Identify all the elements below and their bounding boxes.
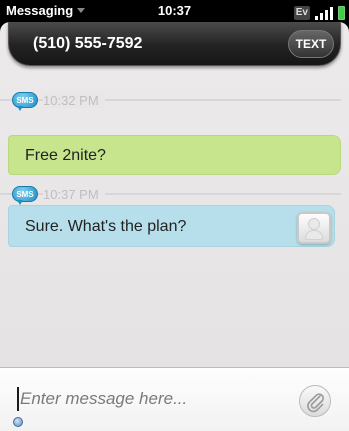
- signal-bar-2: [320, 13, 323, 20]
- message-timestamp: 10:37 PM: [43, 187, 105, 202]
- message-divider: SMS 10:32 PM: [0, 90, 349, 111]
- status-icons[interactable]: Ev: [293, 2, 345, 20]
- paperclip-glyph: [307, 393, 324, 413]
- paperclip-icon[interactable]: [299, 385, 331, 417]
- cursor-handle-icon[interactable]: [13, 417, 23, 427]
- avatar-head: [308, 218, 320, 230]
- avatar-body: [305, 230, 323, 240]
- message-input[interactable]: [20, 382, 280, 416]
- conversation-view: (510) 555-7592 TEXT SMS 10:32 PM Free 2n…: [0, 22, 349, 431]
- battery-icon: [338, 6, 345, 20]
- message-divider: SMS 10:37 PM: [0, 184, 349, 205]
- sms-badge-icon: SMS: [12, 92, 38, 111]
- conversation-header[interactable]: (510) 555-7592 TEXT: [8, 22, 341, 66]
- send-mode-button[interactable]: TEXT: [288, 30, 334, 58]
- signal-bars-icon: [315, 16, 318, 20]
- message-timestamp: 10:32 PM: [43, 93, 105, 108]
- status-bar: Messaging 10:37 Ev: [0, 0, 349, 22]
- compose-bar: [0, 367, 349, 431]
- network-type-badge: Ev: [293, 6, 310, 20]
- text-cursor: [17, 387, 19, 411]
- outgoing-message-bubble[interactable]: Free 2nite?: [8, 135, 341, 175]
- sms-badge-icon: SMS: [12, 186, 38, 205]
- contact-number[interactable]: (510) 555-7592: [33, 35, 142, 53]
- signal-bar-3: [325, 10, 328, 20]
- signal-bar-4: [330, 7, 333, 20]
- incoming-message-bubble[interactable]: Sure. What's the plan?: [8, 205, 335, 247]
- contact-avatar-icon[interactable]: [297, 212, 331, 244]
